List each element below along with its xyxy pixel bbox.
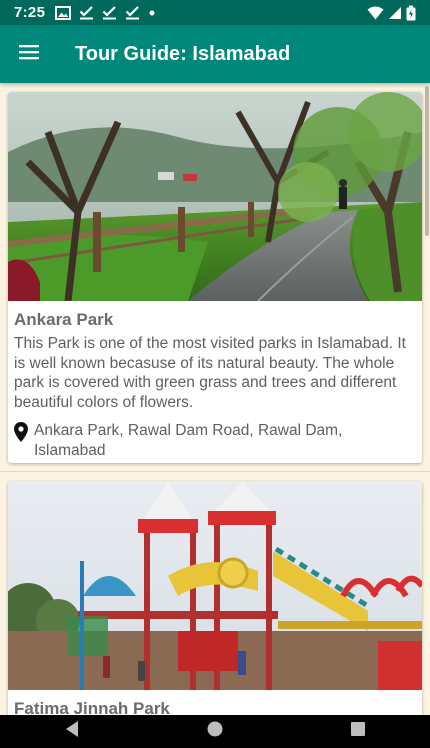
- menu-icon: [19, 44, 39, 65]
- home-icon: [206, 720, 224, 743]
- check-download-icon: [102, 5, 117, 20]
- place-title: Fatima Jinnah Park: [14, 699, 170, 715]
- gallery-icon: [55, 5, 72, 20]
- place-description: This Park is one of the most visited par…: [14, 335, 406, 411]
- recents-button[interactable]: [318, 715, 398, 748]
- places-list[interactable]: Ankara Park This Park is one of the most…: [0, 83, 430, 715]
- back-icon: [64, 720, 80, 743]
- recents-icon: [350, 721, 366, 742]
- status-bar: 7:25: [0, 0, 430, 25]
- park-photo: [8, 481, 422, 690]
- battery-icon: [406, 5, 416, 21]
- divider: [0, 471, 430, 472]
- map-pin-icon: [14, 422, 30, 447]
- app-title: Tour Guide: Islamabad: [75, 42, 291, 65]
- dot-icon: [148, 9, 156, 17]
- place-title: Ankara Park: [14, 310, 114, 329]
- place-card[interactable]: Fatima Jinnah Park: [8, 481, 422, 715]
- system-icons: [367, 0, 416, 25]
- check-download-icon: [125, 5, 140, 20]
- location-text: Ankara Park, Rawal Dam Road, Rawal Dam, …: [34, 422, 343, 459]
- back-button[interactable]: [32, 715, 112, 748]
- place-card[interactable]: Ankara Park This Park is one of the most…: [8, 92, 422, 463]
- menu-button[interactable]: [0, 25, 58, 83]
- wifi-icon: [367, 6, 384, 20]
- notification-icons: [55, 5, 156, 20]
- app-bar: Tour Guide: Islamabad: [0, 25, 430, 83]
- park-photo: [8, 92, 422, 301]
- home-button[interactable]: [175, 715, 255, 748]
- nav-bar: [0, 715, 430, 748]
- status-time: 7:25: [14, 4, 46, 21]
- check-download-icon: [79, 5, 94, 20]
- signal-icon: [388, 6, 402, 20]
- screen: 7:25 Tour Guide: Islamabad Ankara Park T…: [0, 0, 430, 748]
- scrollbar[interactable]: [425, 86, 429, 236]
- place-location: Ankara Park, Rawal Dam Road, Rawal Dam, …: [14, 421, 416, 460]
